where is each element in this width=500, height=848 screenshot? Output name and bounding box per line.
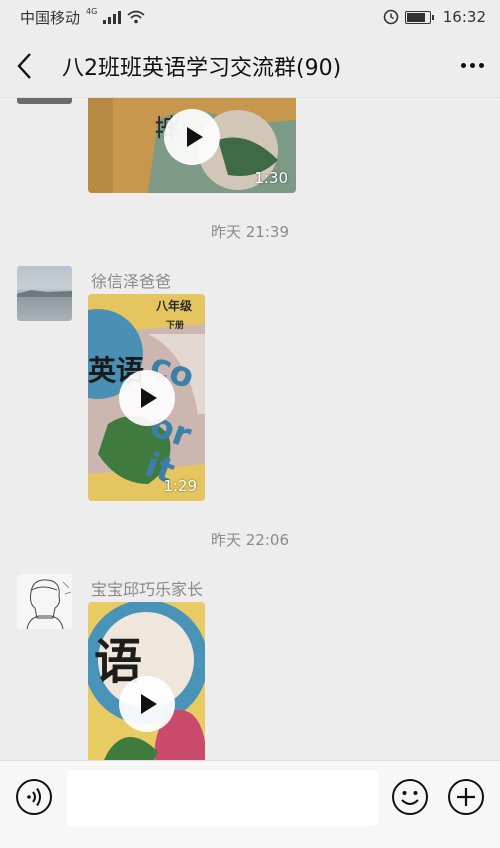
video-message[interactable]: co or it 八年级 下册 英语 1:29 [88, 294, 205, 501]
timestamp: 昨天 22:06 [211, 531, 289, 549]
play-icon[interactable] [118, 369, 175, 426]
status-left: 中国移动 4G [20, 7, 145, 28]
video-duration: 1:29 [163, 477, 197, 495]
battery-icon [404, 10, 434, 24]
group-title: 八2班班英语学习交流群(90) [62, 55, 342, 81]
avatar-image [17, 290, 72, 297]
cover-grade: 八年级 [156, 299, 193, 313]
back-icon[interactable] [16, 46, 46, 86]
avatar[interactable] [17, 574, 72, 629]
wifi-icon [127, 10, 145, 24]
message-input[interactable] [67, 770, 378, 826]
sender-name: 徐信泽爸爸 [91, 272, 172, 291]
status-bar: 中国移动 4G 16:32 [0, 0, 500, 34]
network-tag: 4G [86, 6, 98, 16]
voice-button[interactable] [15, 778, 53, 816]
voice-icon [16, 779, 52, 815]
avatar[interactable] [17, 98, 72, 104]
carrier-label: 中国移动 [20, 8, 81, 27]
signal-icon [103, 10, 122, 24]
chat-area[interactable]: 英 1:30 昨天 21:39 徐信泽爸爸 co or it 八年级 下册 英语… [0, 98, 500, 760]
status-right: 16:32 [383, 8, 486, 26]
alarm-icon [383, 9, 399, 25]
chat-header: 八2班班英语学习交流群(90) [0, 34, 500, 98]
avatar[interactable] [17, 266, 72, 321]
add-button[interactable] [447, 778, 485, 816]
timestamp: 昨天 21:39 [211, 223, 289, 241]
emoji-button[interactable] [391, 778, 429, 816]
cover-subtitle: 下册 [166, 321, 185, 331]
plus-icon [448, 779, 484, 815]
play-icon[interactable] [164, 108, 220, 165]
sender-name: 宝宝邱巧乐家长 [91, 580, 204, 599]
video-message[interactable]: 语 [88, 602, 205, 760]
video-duration: 1:30 [254, 169, 288, 187]
clock-time: 16:32 [442, 8, 486, 26]
play-icon[interactable] [118, 676, 175, 732]
more-icon[interactable] [444, 63, 484, 68]
emoji-icon [392, 779, 428, 815]
input-bar [0, 760, 500, 848]
avatar-image [17, 574, 72, 629]
video-message[interactable]: 英 1:30 [88, 98, 296, 193]
